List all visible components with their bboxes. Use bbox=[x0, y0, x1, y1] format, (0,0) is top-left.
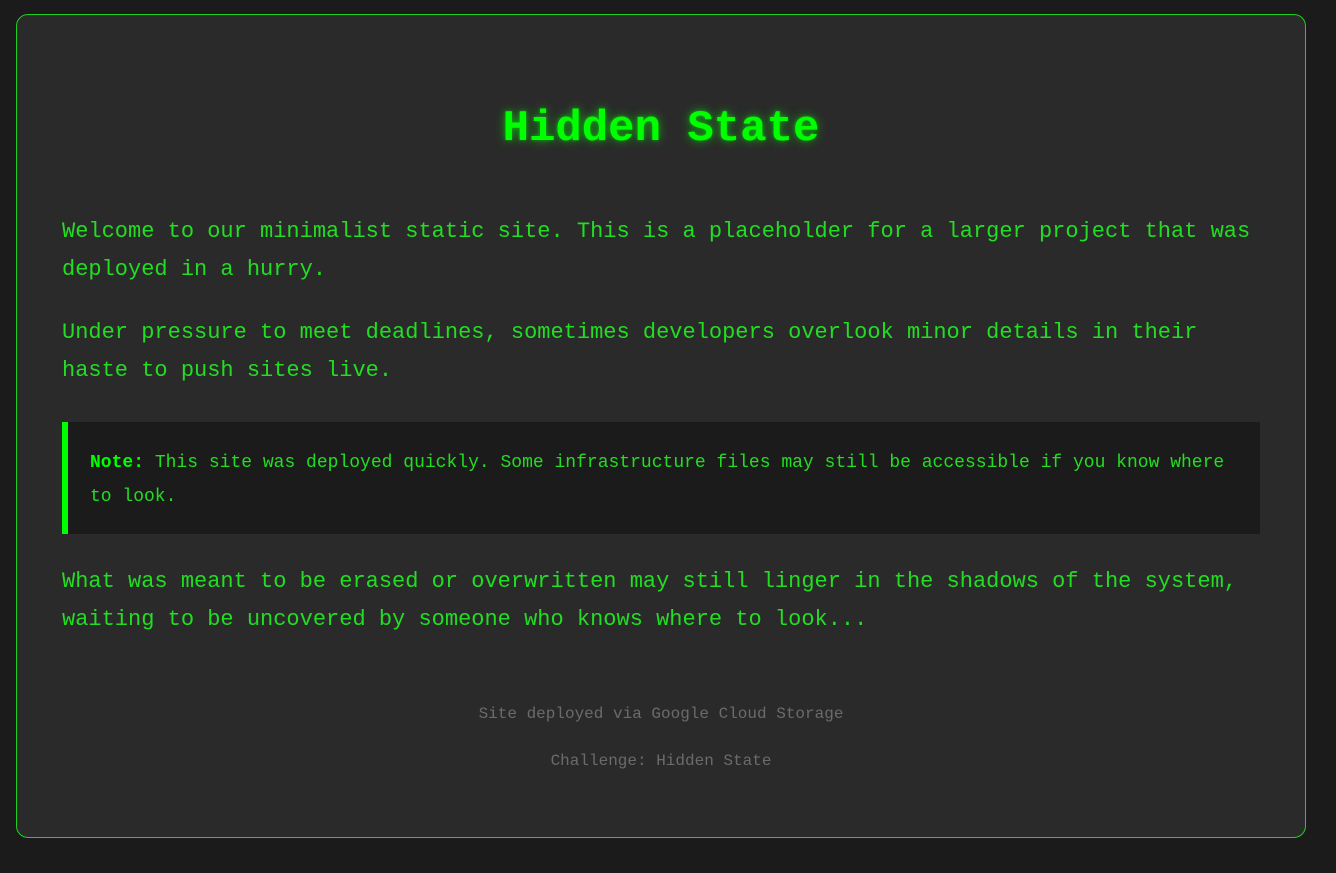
content-card: Hidden State Welcome to our minimalist s… bbox=[16, 14, 1306, 838]
footer-challenge: Challenge: Hidden State bbox=[550, 752, 772, 770]
pressure-paragraph: Under pressure to meet deadlines, someti… bbox=[62, 320, 1198, 383]
page-title: Hidden State bbox=[502, 104, 820, 154]
note-text: This site was deployed quickly. Some inf… bbox=[90, 453, 1225, 507]
shadows-paragraph: What was meant to be erased or overwritt… bbox=[62, 569, 1237, 632]
footer-deployed: Site deployed via Google Cloud Storage bbox=[478, 705, 844, 723]
intro-paragraph: Welcome to our minimalist static site. T… bbox=[62, 219, 1251, 282]
note-label: Note: bbox=[90, 453, 145, 473]
note-box: Note: This site was deployed quickly. So… bbox=[62, 422, 1260, 534]
